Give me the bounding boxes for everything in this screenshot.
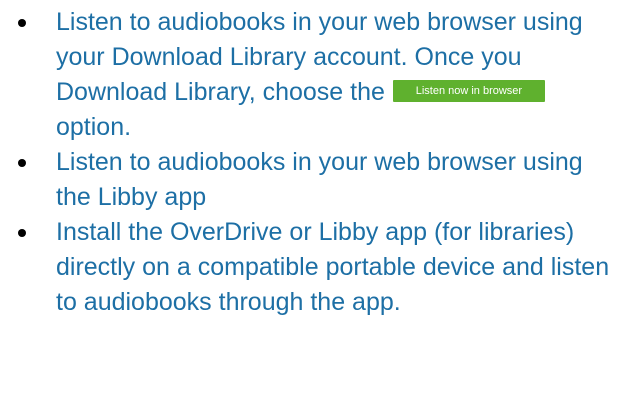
bullet-list: Listen to audiobooks in your web browser… bbox=[0, 5, 634, 320]
list-item-text: Install the OverDrive or Libby app (for … bbox=[56, 218, 610, 316]
list-item: Listen to audiobooks in your web browser… bbox=[0, 5, 634, 145]
bullet-icon bbox=[18, 19, 26, 27]
bullet-icon bbox=[18, 159, 26, 167]
listen-now-in-browser-button[interactable]: Listen now in browser bbox=[392, 80, 545, 103]
list-item-text: Listen to audiobooks in your web browser… bbox=[56, 148, 583, 211]
list-item: Install the OverDrive or Libby app (for … bbox=[0, 215, 634, 320]
bullet-icon bbox=[18, 229, 26, 237]
list-item-text-after: option. bbox=[56, 113, 132, 141]
list-item: Listen to audiobooks in your web browser… bbox=[0, 145, 634, 215]
